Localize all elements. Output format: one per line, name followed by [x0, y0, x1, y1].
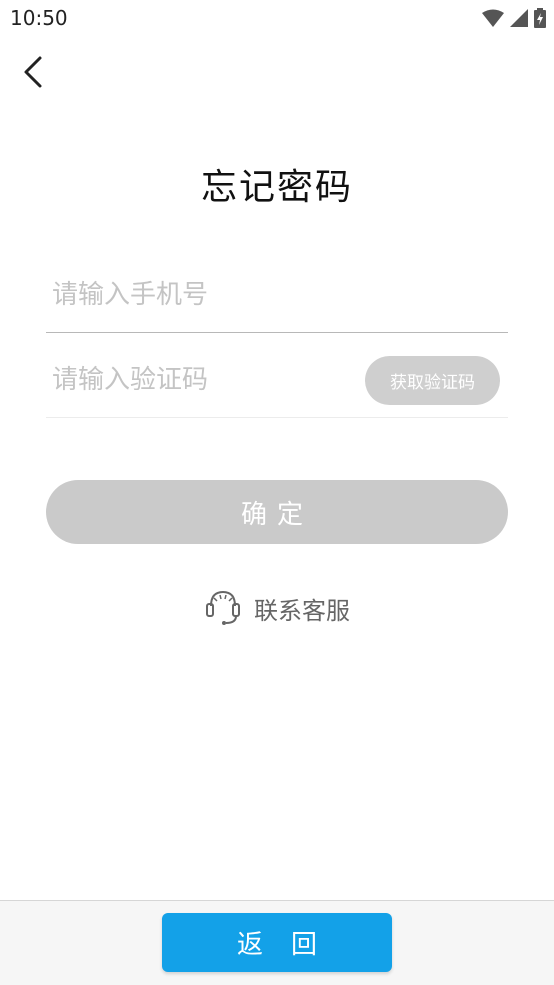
back-button[interactable]	[18, 52, 58, 92]
contact-support-link[interactable]: 联系客服	[0, 586, 554, 630]
verification-code-input[interactable]	[46, 365, 352, 395]
page-title: 忘记密码	[200, 167, 353, 208]
status-bar: 10:50	[0, 0, 554, 38]
wifi-icon	[482, 9, 504, 31]
bottom-bar: 返回	[0, 900, 554, 985]
back-arrow-icon	[18, 56, 58, 96]
phone-field	[46, 270, 508, 333]
contact-support-label: 联系客服	[254, 596, 350, 625]
code-field: 获取验证码	[46, 345, 508, 418]
return-button[interactable]: 返回	[162, 913, 392, 972]
battery-icon	[534, 8, 546, 32]
get-code-button[interactable]: 获取验证码	[365, 356, 500, 405]
status-icons	[482, 8, 546, 32]
status-time: 10:50	[10, 6, 68, 30]
confirm-button[interactable]: 确定	[46, 480, 508, 544]
signal-icon	[510, 9, 528, 31]
phone-input[interactable]	[46, 280, 352, 310]
headset-icon	[204, 586, 242, 630]
